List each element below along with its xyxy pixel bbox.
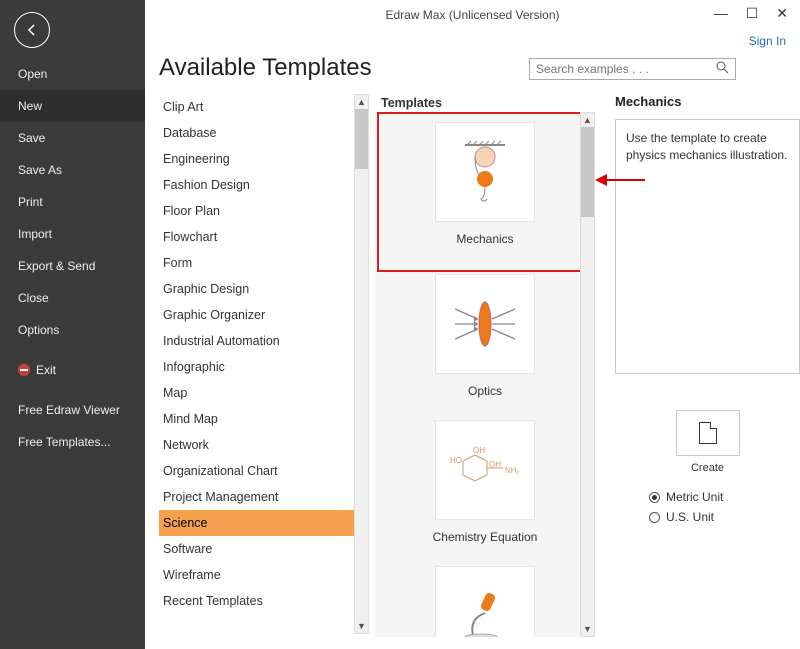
microscope-icon bbox=[435, 566, 535, 637]
category-item[interactable]: Floor Plan bbox=[159, 198, 369, 224]
page-heading: Available Templates bbox=[159, 54, 372, 82]
sidebar-item-label: Free Templates... bbox=[18, 435, 110, 449]
close-button[interactable]: ✕ bbox=[776, 6, 788, 20]
sidebar-item-label: Open bbox=[18, 67, 47, 81]
scroll-thumb[interactable] bbox=[355, 109, 368, 169]
scroll-up-icon[interactable]: ▲ bbox=[581, 113, 594, 127]
back-button[interactable] bbox=[14, 12, 50, 48]
sidebar-item-label: Print bbox=[18, 195, 43, 209]
sidebar-item-new[interactable]: New bbox=[0, 90, 145, 122]
main-area: Available Templates Clip ArtDatabaseEngi… bbox=[145, 0, 800, 649]
svg-text:HO: HO bbox=[450, 456, 462, 465]
minimize-button[interactable]: — bbox=[714, 6, 728, 20]
window-controls: — ☐ ✕ bbox=[702, 0, 800, 26]
sidebar-item-label: Export & Send bbox=[18, 259, 95, 273]
category-item[interactable]: Clip Art bbox=[159, 94, 369, 120]
category-item[interactable]: Database bbox=[159, 120, 369, 146]
category-item[interactable]: Flowchart bbox=[159, 224, 369, 250]
sign-in-link[interactable]: Sign In bbox=[749, 34, 786, 48]
category-item[interactable]: Fashion Design bbox=[159, 172, 369, 198]
radio-icon bbox=[649, 512, 660, 523]
category-scrollbar[interactable]: ▲ ▼ bbox=[354, 94, 369, 634]
sidebar-item-save-as[interactable]: Save As bbox=[0, 154, 145, 186]
templates-scrollbar[interactable]: ▲ ▼ bbox=[580, 112, 595, 637]
sidebar-item-close[interactable]: Close bbox=[0, 282, 145, 314]
app-root: Open New Save Save As Print Import Export & Se… bbox=[0, 0, 800, 649]
template-card-chemistry-equation[interactable]: HOOHOHNH₂Chemistry Equation bbox=[381, 414, 589, 560]
document-icon bbox=[699, 422, 717, 444]
category-item[interactable]: Project Management bbox=[159, 484, 369, 510]
template-label: Chemistry Equation bbox=[433, 530, 538, 544]
template-card-mechanics[interactable]: Mechanics bbox=[381, 116, 589, 268]
sidebar-item-label: Free Edraw Viewer bbox=[18, 403, 120, 417]
search-box[interactable] bbox=[529, 58, 736, 80]
category-item[interactable]: Map bbox=[159, 380, 369, 406]
sidebar-item-exit[interactable]: Exit bbox=[0, 354, 145, 386]
sidebar-item-import[interactable]: Import bbox=[0, 218, 145, 250]
optics-icon bbox=[435, 274, 535, 374]
category-item[interactable]: Graphic Organizer bbox=[159, 302, 369, 328]
search-input[interactable] bbox=[536, 62, 716, 76]
category-item[interactable]: Mind Map bbox=[159, 406, 369, 432]
sidebar-item-free-edraw-viewer[interactable]: Free Edraw Viewer bbox=[0, 394, 145, 426]
radio-label: Metric Unit bbox=[666, 490, 723, 504]
category-item[interactable]: Engineering bbox=[159, 146, 369, 172]
template-label: Optics bbox=[468, 384, 502, 398]
maximize-button[interactable]: ☐ bbox=[746, 6, 759, 20]
window-title: Edraw Max (Unlicensed Version) bbox=[385, 8, 559, 22]
svg-text:OH: OH bbox=[473, 446, 485, 455]
mechanics-icon bbox=[435, 122, 535, 222]
arrow-left-icon bbox=[24, 22, 40, 38]
sidebar-item-free-templates-[interactable]: Free Templates... bbox=[0, 426, 145, 458]
chemistry-icon: HOOHOHNH₂ bbox=[435, 420, 535, 520]
templates-column: Templates MechanicsOpticsHOOHOHNH₂Chemis… bbox=[375, 94, 595, 649]
exit-icon bbox=[18, 364, 30, 376]
svg-text:NH₂: NH₂ bbox=[505, 466, 520, 475]
category-item[interactable]: Science bbox=[159, 510, 369, 536]
template-card-microscope[interactable] bbox=[381, 560, 589, 637]
details-panel: Mechanics Use the template to create phy… bbox=[615, 94, 800, 649]
category-item[interactable]: Network bbox=[159, 432, 369, 458]
sidebar-item-label: Options bbox=[18, 323, 59, 337]
templates-header: Templates bbox=[375, 94, 595, 112]
scroll-down-icon[interactable]: ▼ bbox=[355, 619, 368, 633]
category-item[interactable]: Software bbox=[159, 536, 369, 562]
sidebar-item-label: Close bbox=[18, 291, 49, 305]
category-item[interactable]: Recent Templates bbox=[159, 588, 369, 614]
category-item[interactable]: Graphic Design bbox=[159, 276, 369, 302]
radio-label: U.S. Unit bbox=[666, 510, 714, 524]
category-item[interactable]: Form bbox=[159, 250, 369, 276]
radio-icon bbox=[649, 492, 660, 503]
category-item[interactable]: Industrial Automation bbox=[159, 328, 369, 354]
sidebar-item-print[interactable]: Print bbox=[0, 186, 145, 218]
category-item[interactable]: Infographic bbox=[159, 354, 369, 380]
template-card-optics[interactable]: Optics bbox=[381, 268, 589, 414]
create-label: Create bbox=[615, 462, 800, 474]
template-label: Mechanics bbox=[456, 232, 513, 246]
search-icon[interactable] bbox=[716, 61, 729, 77]
scroll-thumb[interactable] bbox=[581, 127, 594, 217]
file-sidebar: Open New Save Save As Print Import Export & Se… bbox=[0, 0, 145, 649]
unit-radio-u-s-unit[interactable]: U.S. Unit bbox=[649, 510, 800, 524]
unit-radio-metric-unit[interactable]: Metric Unit bbox=[649, 490, 800, 504]
sidebar-item-save[interactable]: Save bbox=[0, 122, 145, 154]
category-item[interactable]: Organizational Chart bbox=[159, 458, 369, 484]
scroll-up-icon[interactable]: ▲ bbox=[355, 95, 368, 109]
sidebar-item-label: Import bbox=[18, 227, 52, 241]
sidebar-item-label: Exit bbox=[36, 363, 56, 377]
sidebar-item-options[interactable]: Options bbox=[0, 314, 145, 346]
category-item[interactable]: Wireframe bbox=[159, 562, 369, 588]
scroll-down-icon[interactable]: ▼ bbox=[581, 622, 594, 636]
sidebar-item-open[interactable]: Open bbox=[0, 58, 145, 90]
sidebar-item-label: Save As bbox=[18, 163, 62, 177]
details-description: Use the template to create physics mecha… bbox=[615, 119, 800, 374]
category-column: Clip ArtDatabaseEngineeringFashion Desig… bbox=[159, 94, 369, 649]
sidebar-item-label: Save bbox=[18, 131, 45, 145]
sidebar-item-export-send[interactable]: Export & Send bbox=[0, 250, 145, 282]
create-button[interactable] bbox=[676, 410, 740, 456]
details-title: Mechanics bbox=[615, 94, 800, 109]
sidebar-item-label: New bbox=[18, 99, 42, 113]
